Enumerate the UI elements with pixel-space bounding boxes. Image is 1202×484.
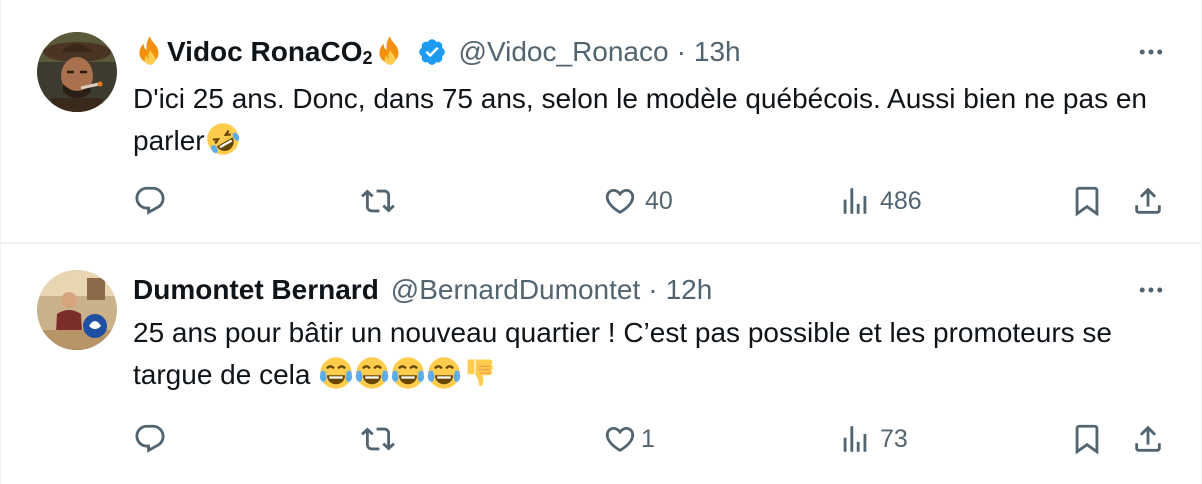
share-button[interactable] (1131, 419, 1165, 459)
display-name-subscript: 2 (362, 47, 373, 68)
tears-of-joy-emoji-icon (318, 355, 354, 391)
action-bar: 40 486 (133, 181, 1173, 221)
fire-emoji-icon (373, 35, 407, 69)
more-icon (1136, 275, 1166, 305)
like-icon (603, 422, 637, 456)
bookmark-icon (1070, 184, 1104, 218)
bookmark-button[interactable] (1070, 181, 1104, 221)
tears-of-joy-emoji-icon (390, 355, 426, 391)
like-button[interactable]: 40 (603, 181, 673, 221)
tweet-header: Vidoc RonaCO 2 @Vidoc_Ronaco · 13h (133, 32, 741, 72)
view-count: 73 (880, 424, 908, 453)
display-name[interactable]: Dumontet Bernard (133, 274, 379, 306)
timestamp[interactable]: 13h (694, 36, 741, 68)
action-bar: 1 73 (133, 419, 1173, 459)
display-name-text: Dumontet Bernard (133, 274, 379, 305)
timestamp[interactable]: 12h (666, 274, 713, 306)
rolling-on-floor-laughing-emoji-icon (205, 121, 241, 157)
separator: · (676, 36, 686, 67)
verified-badge-icon[interactable] (417, 37, 447, 67)
bookmark-button[interactable] (1070, 419, 1104, 459)
views-icon (838, 184, 872, 218)
retweet-button[interactable] (361, 419, 403, 459)
view-count: 486 (880, 186, 922, 215)
timeline: Vidoc RonaCO 2 @Vidoc_Ronaco · 13h D'ici … (0, 0, 1202, 484)
like-icon (603, 184, 637, 218)
more-button[interactable] (1133, 272, 1169, 308)
retweet-icon (361, 184, 395, 218)
views-button[interactable]: 486 (838, 181, 922, 221)
like-count: 1 (641, 424, 655, 453)
tweet-header: Dumontet Bernard @BernardDumontet · 12h (133, 270, 712, 310)
handle[interactable]: @Vidoc_Ronaco (459, 36, 669, 68)
retweet-icon (361, 422, 395, 456)
avatar[interactable] (37, 270, 117, 350)
views-icon (838, 422, 872, 456)
share-button[interactable] (1131, 181, 1165, 221)
tears-of-joy-emoji-icon (426, 355, 462, 391)
tweet[interactable]: Vidoc RonaCO 2 @Vidoc_Ronaco · 13h D'ici … (1, 0, 1202, 244)
display-name[interactable]: Vidoc RonaCO 2 (133, 35, 407, 69)
like-count: 40 (645, 186, 673, 215)
display-name-text: Vidoc RonaCO (167, 36, 363, 67)
tweet-text-content: D'ici 25 ans. Donc, dans 75 ans, selon l… (133, 83, 1147, 156)
fire-emoji-icon (133, 35, 167, 69)
share-icon (1131, 184, 1165, 218)
like-button[interactable]: 1 (603, 419, 655, 459)
more-icon (1136, 37, 1166, 67)
views-button[interactable]: 73 (838, 419, 908, 459)
reply-icon (133, 184, 167, 218)
tears-of-joy-emoji-icon (354, 355, 390, 391)
reply-button[interactable] (133, 181, 175, 221)
avatar[interactable] (37, 32, 117, 112)
tweet-text: 25 ans pour bâtir un nouveau quartier ! … (133, 312, 1163, 396)
reply-icon (133, 422, 167, 456)
bookmark-icon (1070, 422, 1104, 456)
tweet[interactable]: Dumontet Bernard @BernardDumontet · 12h … (1, 244, 1202, 484)
tweet-text: D'ici 25 ans. Donc, dans 75 ans, selon l… (133, 78, 1163, 162)
retweet-button[interactable] (361, 181, 403, 221)
thumbs-down-emoji-icon (462, 355, 498, 391)
reply-button[interactable] (133, 419, 175, 459)
handle[interactable]: @BernardDumontet (391, 274, 640, 306)
more-button[interactable] (1133, 34, 1169, 70)
share-icon (1131, 422, 1165, 456)
tweet-text-content: 25 ans pour bâtir un nouveau quartier ! … (133, 317, 1113, 390)
separator: · (648, 274, 658, 305)
